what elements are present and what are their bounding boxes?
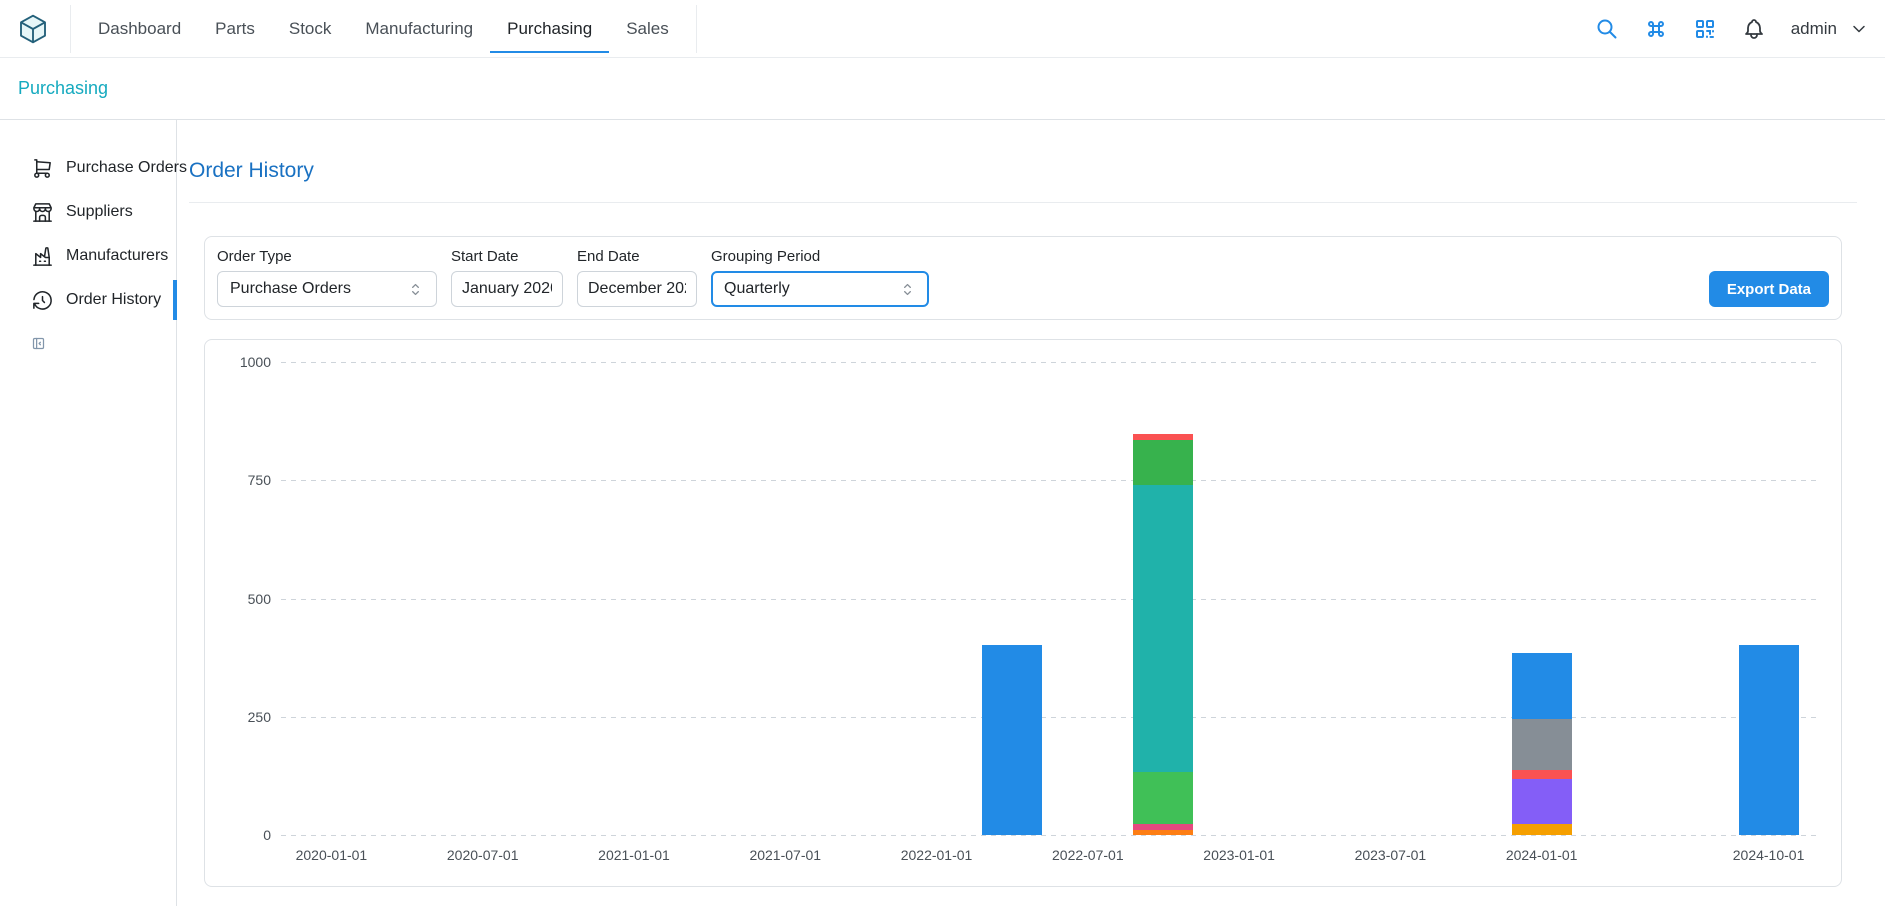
- y-axis-tick-label: 1000: [240, 354, 271, 370]
- sidebar: Purchase Orders Suppliers Manufacturers: [0, 120, 177, 906]
- grouping-period-label: Grouping Period: [711, 247, 929, 266]
- bar-segment: [1739, 645, 1799, 835]
- content-area: Purchase Orders Suppliers Manufacturers: [0, 120, 1885, 906]
- grouping-period-field: Grouping Period Quarterly: [711, 247, 929, 307]
- order-history-chart-card: 0 250 500 750 1000 2020-01-01 2020-07-01 2021-0…: [204, 339, 1842, 887]
- tab-manufacturing[interactable]: Manufacturing: [348, 5, 490, 53]
- x-axis-tick-label: 2023-01-01: [1203, 847, 1275, 863]
- username: admin: [1791, 19, 1837, 39]
- sidebar-collapse-icon[interactable]: [31, 336, 46, 351]
- x-axis-tick-label: 2020-01-01: [296, 847, 368, 863]
- sidebar-item-label: Suppliers: [66, 203, 133, 221]
- bar-segment: [1133, 440, 1193, 485]
- bar-segment: [1512, 770, 1572, 779]
- bar-segment: [1133, 830, 1193, 835]
- sidebar-item-manufacturers[interactable]: Manufacturers: [0, 234, 176, 278]
- y-axis-tick-label: 500: [248, 591, 271, 607]
- bar-segment: [1133, 772, 1193, 825]
- sidebar-item-label: Purchase Orders: [66, 159, 187, 177]
- y-axis-tick-label: 750: [248, 472, 271, 488]
- top-navbar: Dashboard Parts Stock Manufacturing Purc…: [0, 0, 1885, 58]
- chart-plot-area: 025050075010002020-01-012020-07-012021-0…: [281, 362, 1819, 835]
- end-date-label: End Date: [577, 247, 697, 266]
- y-axis-tick-label: 0: [263, 827, 271, 843]
- export-data-button[interactable]: Export Data: [1709, 271, 1829, 307]
- x-axis-tick-label: 2022-07-01: [1052, 847, 1124, 863]
- end-date-value: December 2024: [588, 280, 686, 298]
- sidebar-item-suppliers[interactable]: Suppliers: [0, 190, 176, 234]
- title-divider: [189, 202, 1857, 203]
- x-axis-tick-label: 2024-01-01: [1506, 847, 1578, 863]
- bar-segment: [1512, 824, 1572, 835]
- breadcrumb-purchasing[interactable]: Purchasing: [18, 78, 108, 99]
- factory-icon: [31, 245, 54, 268]
- start-date-input[interactable]: January 2020: [451, 271, 563, 307]
- grouping-period-value: Quarterly: [724, 280, 899, 298]
- x-axis-tick-label: 2021-07-01: [749, 847, 821, 863]
- start-date-value: January 2020: [462, 280, 552, 298]
- x-axis-tick-label: 2021-01-01: [598, 847, 670, 863]
- gridline: [281, 717, 1819, 718]
- gridline: [281, 362, 1819, 363]
- selector-chevrons-icon: [407, 281, 424, 298]
- sidebar-item-order-history[interactable]: Order History: [0, 278, 176, 322]
- main-nav-tabs: Dashboard Parts Stock Manufacturing Purc…: [70, 5, 697, 53]
- bar-segment: [982, 645, 1042, 835]
- app-logo[interactable]: [16, 12, 50, 46]
- search-icon[interactable]: [1595, 17, 1619, 41]
- start-date-field: Start Date January 2020: [451, 247, 563, 307]
- tab-sales[interactable]: Sales: [609, 5, 686, 53]
- navbar-actions: admin: [1595, 17, 1869, 41]
- tab-purchasing[interactable]: Purchasing: [490, 5, 609, 53]
- tab-parts[interactable]: Parts: [198, 5, 272, 53]
- page-title: Order History: [189, 158, 1857, 184]
- tab-stock[interactable]: Stock: [272, 5, 349, 53]
- bar-segment: [1133, 485, 1193, 772]
- grouping-period-select[interactable]: Quarterly: [711, 271, 929, 307]
- tab-dashboard[interactable]: Dashboard: [81, 5, 198, 53]
- chevron-down-icon: [1849, 19, 1869, 39]
- selector-chevrons-icon: [899, 281, 916, 298]
- user-menu[interactable]: admin: [1791, 19, 1869, 39]
- x-axis-tick-label: 2023-07-01: [1355, 847, 1427, 863]
- app-logo-icon: [17, 13, 49, 45]
- building-store-icon: [31, 201, 54, 224]
- gridline: [281, 480, 1819, 481]
- bar-segment: [1133, 434, 1193, 440]
- sidebar-item-purchase-orders[interactable]: Purchase Orders: [0, 146, 176, 190]
- y-axis-tick-label: 250: [248, 709, 271, 725]
- order-type-value: Purchase Orders: [230, 280, 407, 298]
- x-axis-tick-label: 2020-07-01: [447, 847, 519, 863]
- x-axis-tick-label: 2022-01-01: [901, 847, 973, 863]
- command-icon[interactable]: [1644, 17, 1668, 41]
- end-date-field: End Date December 2024: [577, 247, 697, 307]
- bar-segment: [1133, 824, 1193, 830]
- order-type-label: Order Type: [217, 247, 437, 266]
- end-date-input[interactable]: December 2024: [577, 271, 697, 307]
- breadcrumb-bar: Purchasing: [0, 58, 1885, 120]
- order-type-select[interactable]: Purchase Orders: [217, 271, 437, 307]
- qrcode-icon[interactable]: [1693, 17, 1717, 41]
- gridline: [281, 599, 1819, 600]
- x-axis-tick-label: 2024-10-01: [1733, 847, 1805, 863]
- sidebar-item-label: Manufacturers: [66, 247, 168, 265]
- bar-segment: [1512, 779, 1572, 824]
- bar-segment: [1512, 653, 1572, 718]
- history-icon: [31, 289, 54, 312]
- filter-panel: Order Type Purchase Orders Start Date Ja…: [204, 236, 1842, 320]
- sidebar-item-label: Order History: [66, 291, 161, 309]
- gridline: [281, 835, 1819, 836]
- bell-icon[interactable]: [1742, 17, 1766, 41]
- main-panel: Order History Order Type Purchase Orders…: [177, 120, 1885, 906]
- order-type-field: Order Type Purchase Orders: [217, 247, 437, 307]
- shopping-cart-icon: [31, 157, 54, 180]
- start-date-label: Start Date: [451, 247, 563, 266]
- bar-segment: [1512, 719, 1572, 770]
